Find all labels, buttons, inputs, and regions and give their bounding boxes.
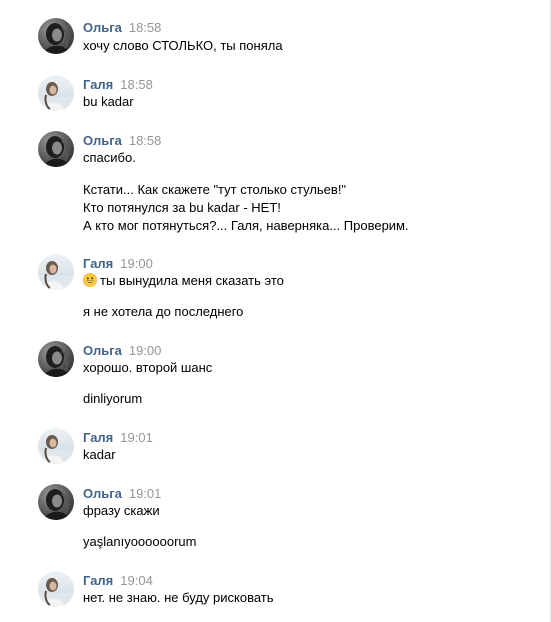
grinning-face-emoji-icon [83, 273, 97, 287]
message-header: Ольга 18:58 [83, 133, 161, 149]
author-name[interactable]: Ольга [83, 133, 122, 148]
message-text: хочу слово СТОЛЬКО, ты поняла [83, 38, 283, 53]
message-time[interactable]: 19:04 [120, 573, 153, 588]
message-text: ты вынудила меня сказать это [100, 273, 284, 288]
message-text: Кто потянулся за bu kadar - НЕТ! [83, 200, 281, 215]
olga-avatar-icon [38, 341, 74, 377]
message-time[interactable]: 18:58 [129, 20, 162, 35]
message-header: Ольга 19:00 [83, 343, 161, 359]
avatar[interactable] [38, 254, 74, 290]
message-text: Кстати... Как скажете "тут столько стуль… [83, 182, 347, 197]
message-text: А кто мог потянуться?... Галя, наверняка… [83, 218, 409, 233]
message-time[interactable]: 18:58 [120, 77, 153, 92]
avatar[interactable] [38, 484, 74, 520]
message-text: yaşlanıyoooooorum [83, 534, 197, 549]
message-header: Галя 18:58 [83, 77, 153, 93]
message-header: Ольга 18:58 [83, 20, 161, 36]
author-name[interactable]: Галя [83, 77, 113, 92]
olga-avatar-icon [38, 18, 74, 54]
avatar[interactable] [38, 75, 74, 111]
message-time[interactable]: 19:01 [129, 486, 162, 501]
message-text-with-emoji: ты вынудила меня сказать это [83, 272, 284, 289]
galya-avatar-icon [38, 75, 74, 111]
message-text: фразу скажи [83, 503, 160, 518]
author-name[interactable]: Ольга [83, 343, 122, 358]
message-time[interactable]: 19:00 [129, 343, 162, 358]
avatar[interactable] [38, 18, 74, 54]
message-text: bu kadar [83, 94, 134, 109]
message-text: хорошо. второй шанс [83, 360, 213, 375]
galya-avatar-icon [38, 571, 74, 607]
message-header: Галя 19:04 [83, 573, 153, 589]
avatar[interactable] [38, 571, 74, 607]
message-text: dinliyorum [83, 391, 143, 406]
author-name[interactable]: Галя [83, 430, 113, 445]
message-time[interactable]: 19:01 [120, 430, 153, 445]
message-text: я не хотела до последнего [83, 304, 244, 319]
author-name[interactable]: Ольга [83, 486, 122, 501]
message-time[interactable]: 18:58 [129, 133, 162, 148]
author-name[interactable]: Галя [83, 573, 113, 588]
avatar[interactable] [38, 341, 74, 377]
author-name[interactable]: Галя [83, 256, 113, 271]
message-text: kadar [83, 447, 116, 462]
message-time[interactable]: 19:00 [120, 256, 153, 271]
galya-avatar-icon [38, 428, 74, 464]
message-text: нет. не знаю. не буду рисковать [83, 590, 274, 605]
message-header: Ольга 19:01 [83, 486, 161, 502]
avatar[interactable] [38, 131, 74, 167]
message-header: Галя 19:01 [83, 430, 153, 446]
avatar[interactable] [38, 428, 74, 464]
message-header: Галя 19:00 [83, 256, 153, 272]
author-name[interactable]: Ольга [83, 20, 122, 35]
olga-avatar-icon [38, 484, 74, 520]
olga-avatar-icon [38, 131, 74, 167]
galya-avatar-icon [38, 254, 74, 290]
message-text: спасибо. [83, 150, 136, 165]
